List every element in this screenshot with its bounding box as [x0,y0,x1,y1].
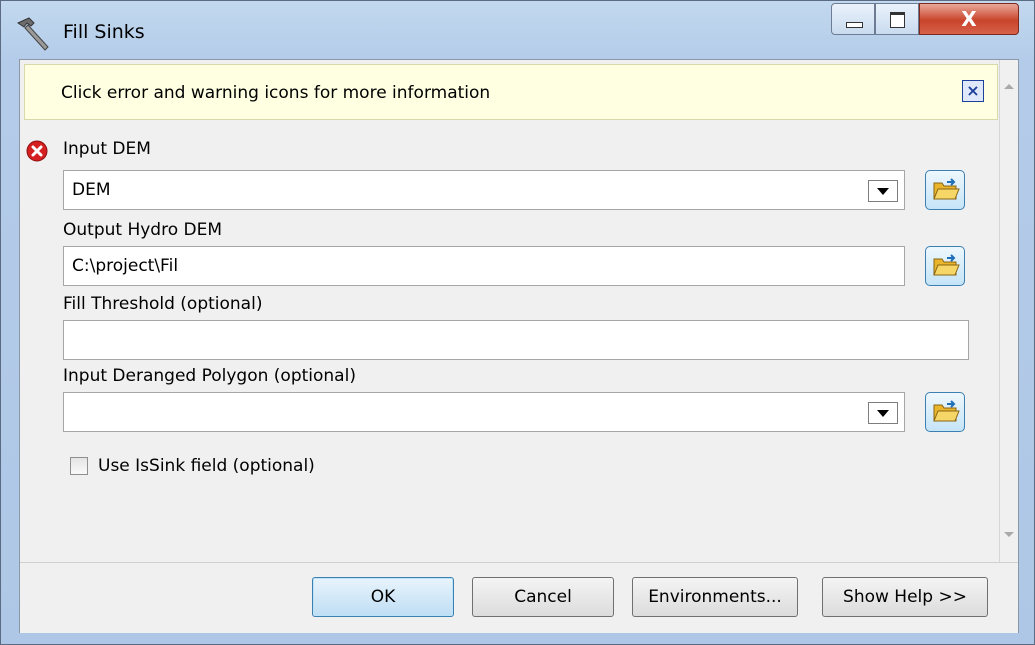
input-dem-value: DEM [72,180,111,200]
dropdown-arrow-icon[interactable] [868,402,898,424]
parameters-panel: Click error and warning icons for more i… [20,60,1000,562]
close-icon: X [961,7,977,31]
minimize-button[interactable] [831,3,875,35]
button-bar: OK Cancel Environments... Show Help >> [20,562,1018,633]
message-bar: Click error and warning icons for more i… [24,64,998,120]
dialog-client-area: Click error and warning icons for more i… [19,59,1019,633]
fill-threshold-input[interactable] [63,320,969,360]
message-text: Click error and warning icons for more i… [61,83,491,103]
fill-sinks-window: Fill Sinks X Click error and warning ico… [0,0,1035,645]
maximize-button[interactable] [875,3,919,35]
fill-threshold-label: Fill Threshold (optional) [63,294,263,314]
deranged-polygon-browse-button[interactable] [925,392,965,432]
scroll-down-icon[interactable] [1004,532,1014,537]
input-dem-select[interactable]: DEM [63,170,905,210]
cancel-button[interactable]: Cancel [472,577,614,617]
title-bar[interactable]: Fill Sinks X [1,1,1034,59]
output-dem-label: Output Hydro DEM [63,220,223,240]
maximize-icon [890,12,905,28]
folder-open-icon [933,254,960,276]
folder-open-icon [933,400,960,422]
ok-button[interactable]: OK [312,577,454,617]
use-issink-label[interactable]: Use IsSink field (optional) [98,456,315,476]
input-dem-label: Input DEM [63,139,151,159]
vertical-scrollbar[interactable] [1000,60,1018,562]
minimize-icon [846,22,863,28]
use-issink-checkbox[interactable] [70,457,88,475]
input-dem-browse-button[interactable] [925,170,965,210]
error-icon[interactable] [26,140,48,162]
deranged-polygon-select[interactable] [63,392,905,432]
environments-button[interactable]: Environments... [632,577,798,617]
output-dem-browse-button[interactable] [925,246,965,286]
output-dem-input[interactable]: C:\project\Fil [63,246,905,286]
close-button[interactable]: X [919,3,1019,35]
message-close-button[interactable]: × [962,80,984,102]
deranged-polygon-label: Input Deranged Polygon (optional) [63,366,356,386]
window-title: Fill Sinks [63,21,145,43]
dropdown-arrow-icon[interactable] [868,180,898,202]
show-help-button[interactable]: Show Help >> [822,577,988,617]
output-dem-value: C:\project\Fil [72,256,179,276]
folder-open-icon [933,178,960,200]
scroll-up-icon[interactable] [1004,84,1014,89]
hammer-icon [16,17,49,51]
